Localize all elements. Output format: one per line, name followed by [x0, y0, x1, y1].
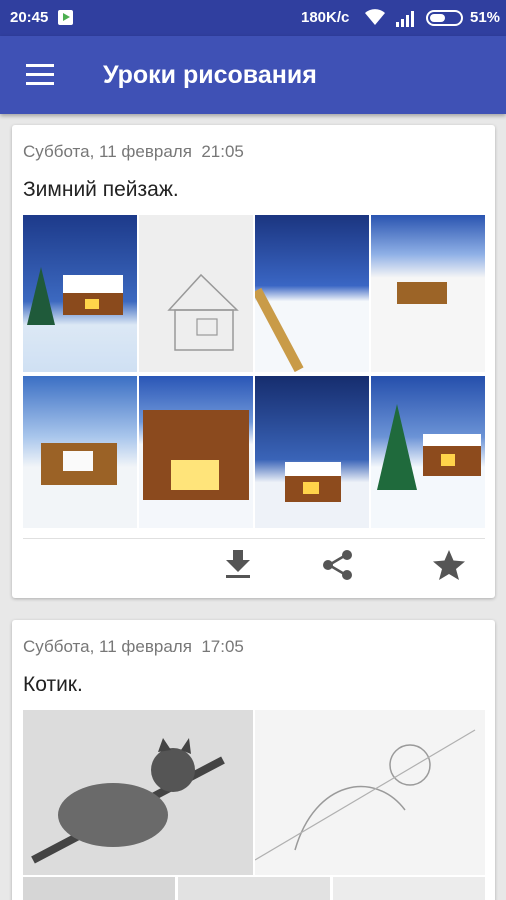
wifi-icon: [365, 9, 385, 25]
star-icon[interactable]: [432, 549, 466, 581]
post-date: Суббота, 11 февраля 21:05: [23, 142, 244, 161]
cabin-logs[interactable]: [23, 376, 137, 528]
image-grid: [23, 710, 485, 900]
thumbnail[interactable]: [23, 877, 175, 900]
battery-icon: [426, 10, 463, 26]
snow-brush[interactable]: [255, 215, 369, 372]
status-bar: 20:45 180K/c 51%: [0, 0, 506, 36]
card-divider: [23, 538, 485, 539]
download-icon[interactable]: [224, 548, 252, 580]
thumbnail[interactable]: [333, 877, 485, 900]
cat-pencil-drawing[interactable]: [23, 710, 253, 875]
status-time: 20:45: [10, 9, 49, 26]
cat-sketch-outline[interactable]: [255, 710, 485, 875]
post-caption: Котик.: [23, 673, 83, 696]
app-bar: Уроки рисования: [0, 36, 506, 114]
cabin-sketch[interactable]: [139, 215, 253, 372]
cabin-night-forest[interactable]: [255, 376, 369, 528]
hamburger-menu-icon[interactable]: [26, 64, 54, 86]
cabin-fir-tree[interactable]: [371, 376, 485, 528]
cabin-roof-close[interactable]: [139, 376, 253, 528]
image-grid: [23, 215, 485, 528]
play-store-icon: [58, 10, 73, 25]
post-card[interactable]: Суббота, 11 февраля 21:05 Зимний пейзаж.: [12, 125, 495, 598]
winter-cabin-finished[interactable]: [23, 215, 137, 372]
battery-level: [430, 14, 445, 22]
thumbnail[interactable]: [178, 877, 330, 900]
page-title: Уроки рисования: [103, 61, 317, 89]
battery-percent: 51%: [470, 9, 501, 26]
post-date: Суббота, 11 февраля 17:05: [23, 637, 244, 656]
share-icon[interactable]: [321, 548, 355, 582]
log-wall-start[interactable]: [371, 215, 485, 372]
network-speed: 180K/c: [301, 9, 350, 26]
signal-icon: [396, 11, 414, 27]
post-card[interactable]: Суббота, 11 февраля 17:05 Котик.: [12, 620, 495, 900]
post-caption: Зимний пейзаж.: [23, 178, 179, 201]
